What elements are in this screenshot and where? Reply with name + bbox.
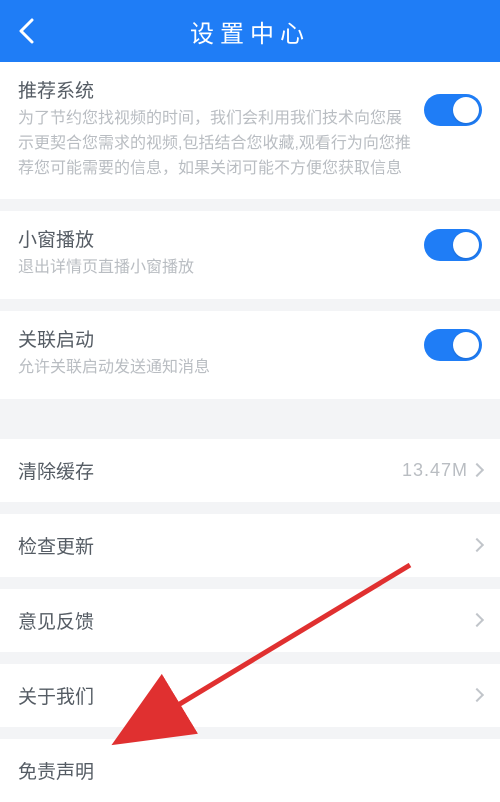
toggle-recommend[interactable]: [424, 94, 482, 126]
row-title: 免责声明: [18, 757, 94, 784]
settings-item-title: 推荐系统: [18, 76, 414, 103]
row-check-update[interactable]: 检查更新: [0, 514, 500, 577]
back-button[interactable]: [0, 0, 52, 62]
row-right: 13.47M: [402, 460, 482, 481]
row-right: [472, 690, 482, 700]
row-title: 关于我们: [18, 682, 94, 709]
row-feedback[interactable]: 意见反馈: [0, 589, 500, 652]
settings-item-desc: 允许关联启动发送通知消息: [18, 356, 414, 381]
cache-size-value: 13.47M: [402, 460, 468, 481]
chevron-right-icon: [470, 538, 484, 552]
settings-item-content: 小窗播放 退出详情页直播小窗播放: [18, 225, 424, 281]
toggle-mini-window[interactable]: [424, 229, 482, 261]
row-title: 清除缓存: [18, 457, 94, 484]
settings-item-content: 推荐系统 为了节约您找视频的时间，我们会利用我们技术向您展示更契合您需求的视频,…: [18, 76, 424, 181]
row-right: [472, 540, 482, 550]
section-gap: [0, 411, 500, 439]
row-right: [472, 615, 482, 625]
settings-item-desc: 退出详情页直播小窗播放: [18, 256, 414, 281]
chevron-right-icon: [470, 688, 484, 702]
settings-item-recommend: 推荐系统 为了节约您找视频的时间，我们会利用我们技术向您展示更契合您需求的视频,…: [0, 62, 500, 199]
header: 设置中心: [0, 0, 500, 62]
row-title: 检查更新: [18, 532, 94, 559]
row-disclaimer[interactable]: 免责声明: [0, 739, 500, 802]
row-clear-cache[interactable]: 清除缓存 13.47M: [0, 439, 500, 502]
settings-item-desc: 为了节约您找视频的时间，我们会利用我们技术向您展示更契合您需求的视频,包括结合您…: [18, 107, 414, 181]
row-about[interactable]: 关于我们: [0, 664, 500, 727]
page-title: 设置中心: [0, 14, 500, 49]
row-title: 意见反馈: [18, 607, 94, 634]
settings-item-title: 小窗播放: [18, 225, 414, 252]
settings-item-related-launch: 关联启动 允许关联启动发送通知消息: [0, 311, 500, 399]
chevron-right-icon: [470, 463, 484, 477]
settings-item-content: 关联启动 允许关联启动发送通知消息: [18, 325, 424, 381]
chevron-right-icon: [470, 613, 484, 627]
chevron-left-icon: [18, 18, 34, 44]
settings-item-title: 关联启动: [18, 325, 414, 352]
settings-item-mini-window: 小窗播放 退出详情页直播小窗播放: [0, 211, 500, 299]
toggle-related-launch[interactable]: [424, 329, 482, 361]
